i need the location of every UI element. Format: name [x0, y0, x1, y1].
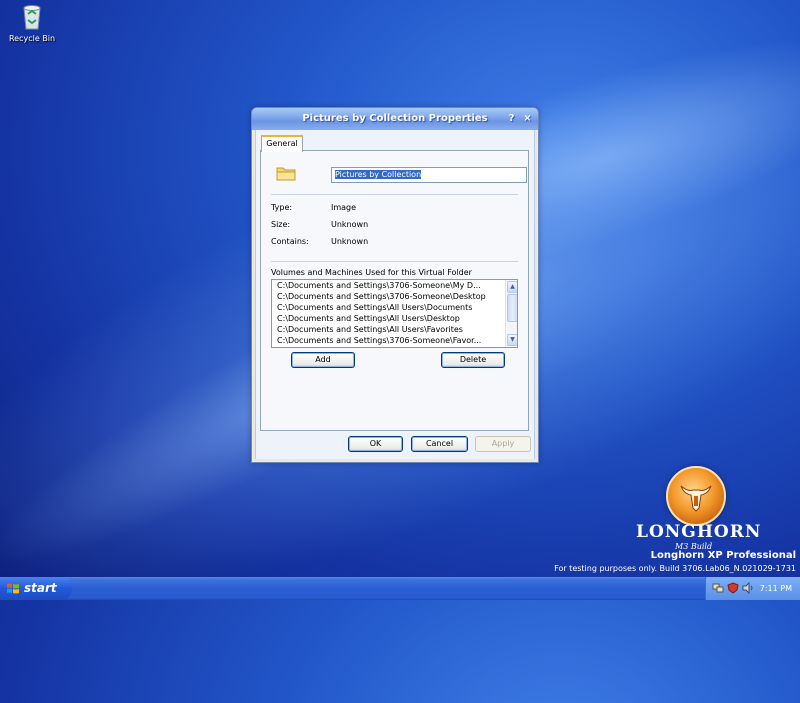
contains-value: Unknown	[331, 237, 369, 246]
scroll-thumb[interactable]	[507, 294, 517, 322]
recycle-bin-icon	[23, 5, 41, 30]
separator	[271, 194, 518, 195]
system-tray: 7:11 PM	[705, 577, 800, 600]
folder-name-field[interactable]: Pictures by Collection	[331, 167, 527, 183]
list-item[interactable]: C:\Documents and Settings\3706-Someone\F…	[272, 335, 517, 346]
dialog-client: General Pictures by Collection Type: Ima…	[255, 130, 535, 459]
contains-label: Contains:	[271, 237, 309, 246]
longhorn-logo-icon	[680, 485, 712, 512]
type-value: Image	[331, 203, 357, 212]
list-item[interactable]: C:\Documents and Settings\3706-Someone\M…	[272, 280, 517, 291]
start-button[interactable]: start	[0, 577, 72, 600]
list-item[interactable]: C:\Documents and Settings\All Users\Desk…	[272, 313, 517, 324]
taskbar: start 7:11 PM	[0, 577, 800, 600]
windows-flag-icon	[7, 583, 19, 594]
desktop-icon-label: Recycle Bin	[8, 34, 56, 43]
folder-icon	[276, 167, 296, 181]
network-icon[interactable]	[712, 582, 724, 594]
clock[interactable]: 7:11 PM	[760, 577, 792, 600]
general-tab-panel: Pictures by Collection Type: Image Size:…	[260, 150, 529, 431]
list-item[interactable]: C:\Documents and Settings\3706-Someone\D…	[272, 291, 517, 302]
longhorn-logo	[666, 466, 726, 526]
volumes-label: Volumes and Machines Used for this Virtu…	[271, 268, 472, 277]
scroll-up-arrow-icon[interactable]: ▲	[507, 281, 517, 293]
help-button[interactable]: ?	[504, 111, 519, 126]
volume-icon[interactable]	[742, 582, 754, 594]
start-label: start	[24, 581, 57, 595]
dialog-title: Pictures by Collection Properties	[302, 113, 488, 124]
close-button[interactable]: ×	[520, 111, 535, 126]
shield-icon[interactable]	[727, 582, 739, 594]
delete-button[interactable]: Delete	[441, 352, 505, 368]
volumes-listbox[interactable]: C:\Documents and Settings\3706-Someone\M…	[271, 279, 518, 348]
add-button[interactable]: Add	[291, 352, 355, 368]
folder-name-text: Pictures by Collection	[335, 170, 422, 179]
brand-edition: Longhorn XP Professional	[650, 550, 796, 561]
tab-general[interactable]: General	[261, 135, 303, 152]
separator	[271, 261, 518, 262]
size-value: Unknown	[331, 220, 369, 229]
list-item[interactable]: C:\Documents and Settings\All Users\Docu…	[272, 302, 517, 313]
vertical-scrollbar[interactable]: ▲ ▼	[505, 280, 517, 347]
scroll-down-arrow-icon[interactable]: ▼	[507, 334, 517, 346]
type-label: Type:	[271, 203, 293, 212]
ok-button[interactable]: OK	[348, 436, 403, 452]
brand-title: LONGHORN	[636, 522, 762, 542]
list-item[interactable]: C:\Documents and Settings\All Users\Favo…	[272, 324, 517, 335]
properties-dialog: Pictures by Collection Properties ? × Ge…	[251, 107, 539, 463]
apply-button[interactable]: Apply	[475, 436, 531, 452]
dialog-titlebar[interactable]: Pictures by Collection Properties ? ×	[252, 108, 538, 130]
desktop-icon-recycle-bin[interactable]: Recycle Bin	[4, 2, 60, 43]
cancel-button[interactable]: Cancel	[411, 436, 468, 452]
build-watermark: For testing purposes only. Build 3706.La…	[554, 564, 796, 573]
size-label: Size:	[271, 220, 291, 229]
